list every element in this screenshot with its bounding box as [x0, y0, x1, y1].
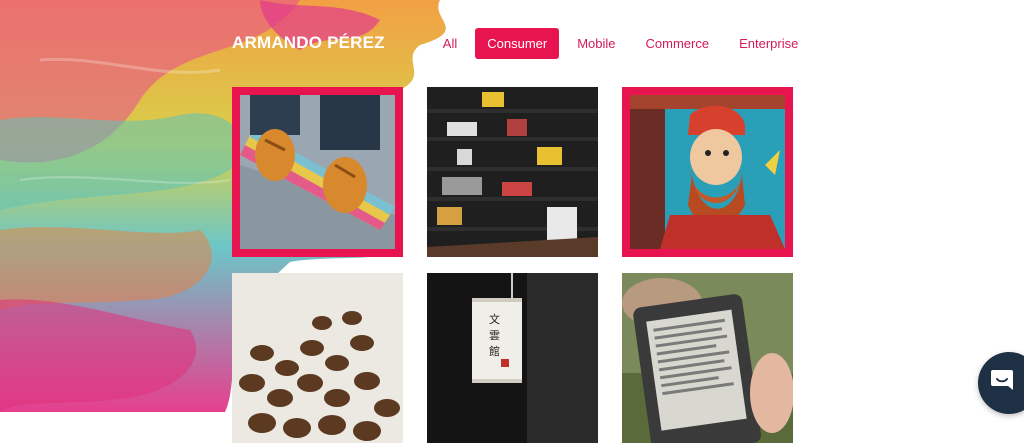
e-reader-image: [622, 273, 793, 443]
coffee-beans-image: [232, 273, 403, 443]
skateboard-shoes-image: [240, 95, 395, 249]
filter-commerce[interactable]: Commerce: [634, 28, 722, 59]
filter-mobile[interactable]: Mobile: [565, 28, 627, 59]
site-header: ARMANDO PÉREZ All Consumer Mobile Commer…: [232, 26, 816, 60]
chat-bubble-icon: [991, 370, 1013, 390]
filter-all[interactable]: All: [431, 28, 469, 59]
portfolio-tile-mural[interactable]: [622, 87, 793, 257]
bookshelf-image: [427, 87, 598, 257]
portfolio-tile-bookshelf[interactable]: [427, 87, 598, 257]
filter-consumer[interactable]: Consumer: [475, 27, 560, 59]
svg-text:雲: 雲: [489, 329, 500, 342]
portfolio-tile-ereader[interactable]: [622, 273, 793, 443]
svg-text:館: 館: [489, 344, 500, 358]
brand-name[interactable]: ARMANDO PÉREZ: [232, 33, 385, 53]
portfolio-tile-skateboard[interactable]: [232, 87, 403, 257]
portfolio-tile-coffee[interactable]: [232, 273, 403, 443]
category-filter-nav: All Consumer Mobile Commerce Enterprise: [431, 27, 817, 59]
paper-lantern-image: 文 雲 館: [427, 273, 598, 443]
chat-launcher-button[interactable]: [978, 352, 1024, 414]
filter-enterprise[interactable]: Enterprise: [727, 28, 810, 59]
svg-text:文: 文: [489, 312, 500, 326]
portfolio-tile-lantern[interactable]: 文 雲 館: [427, 273, 598, 443]
bearded-man-mural-image: [630, 95, 785, 249]
